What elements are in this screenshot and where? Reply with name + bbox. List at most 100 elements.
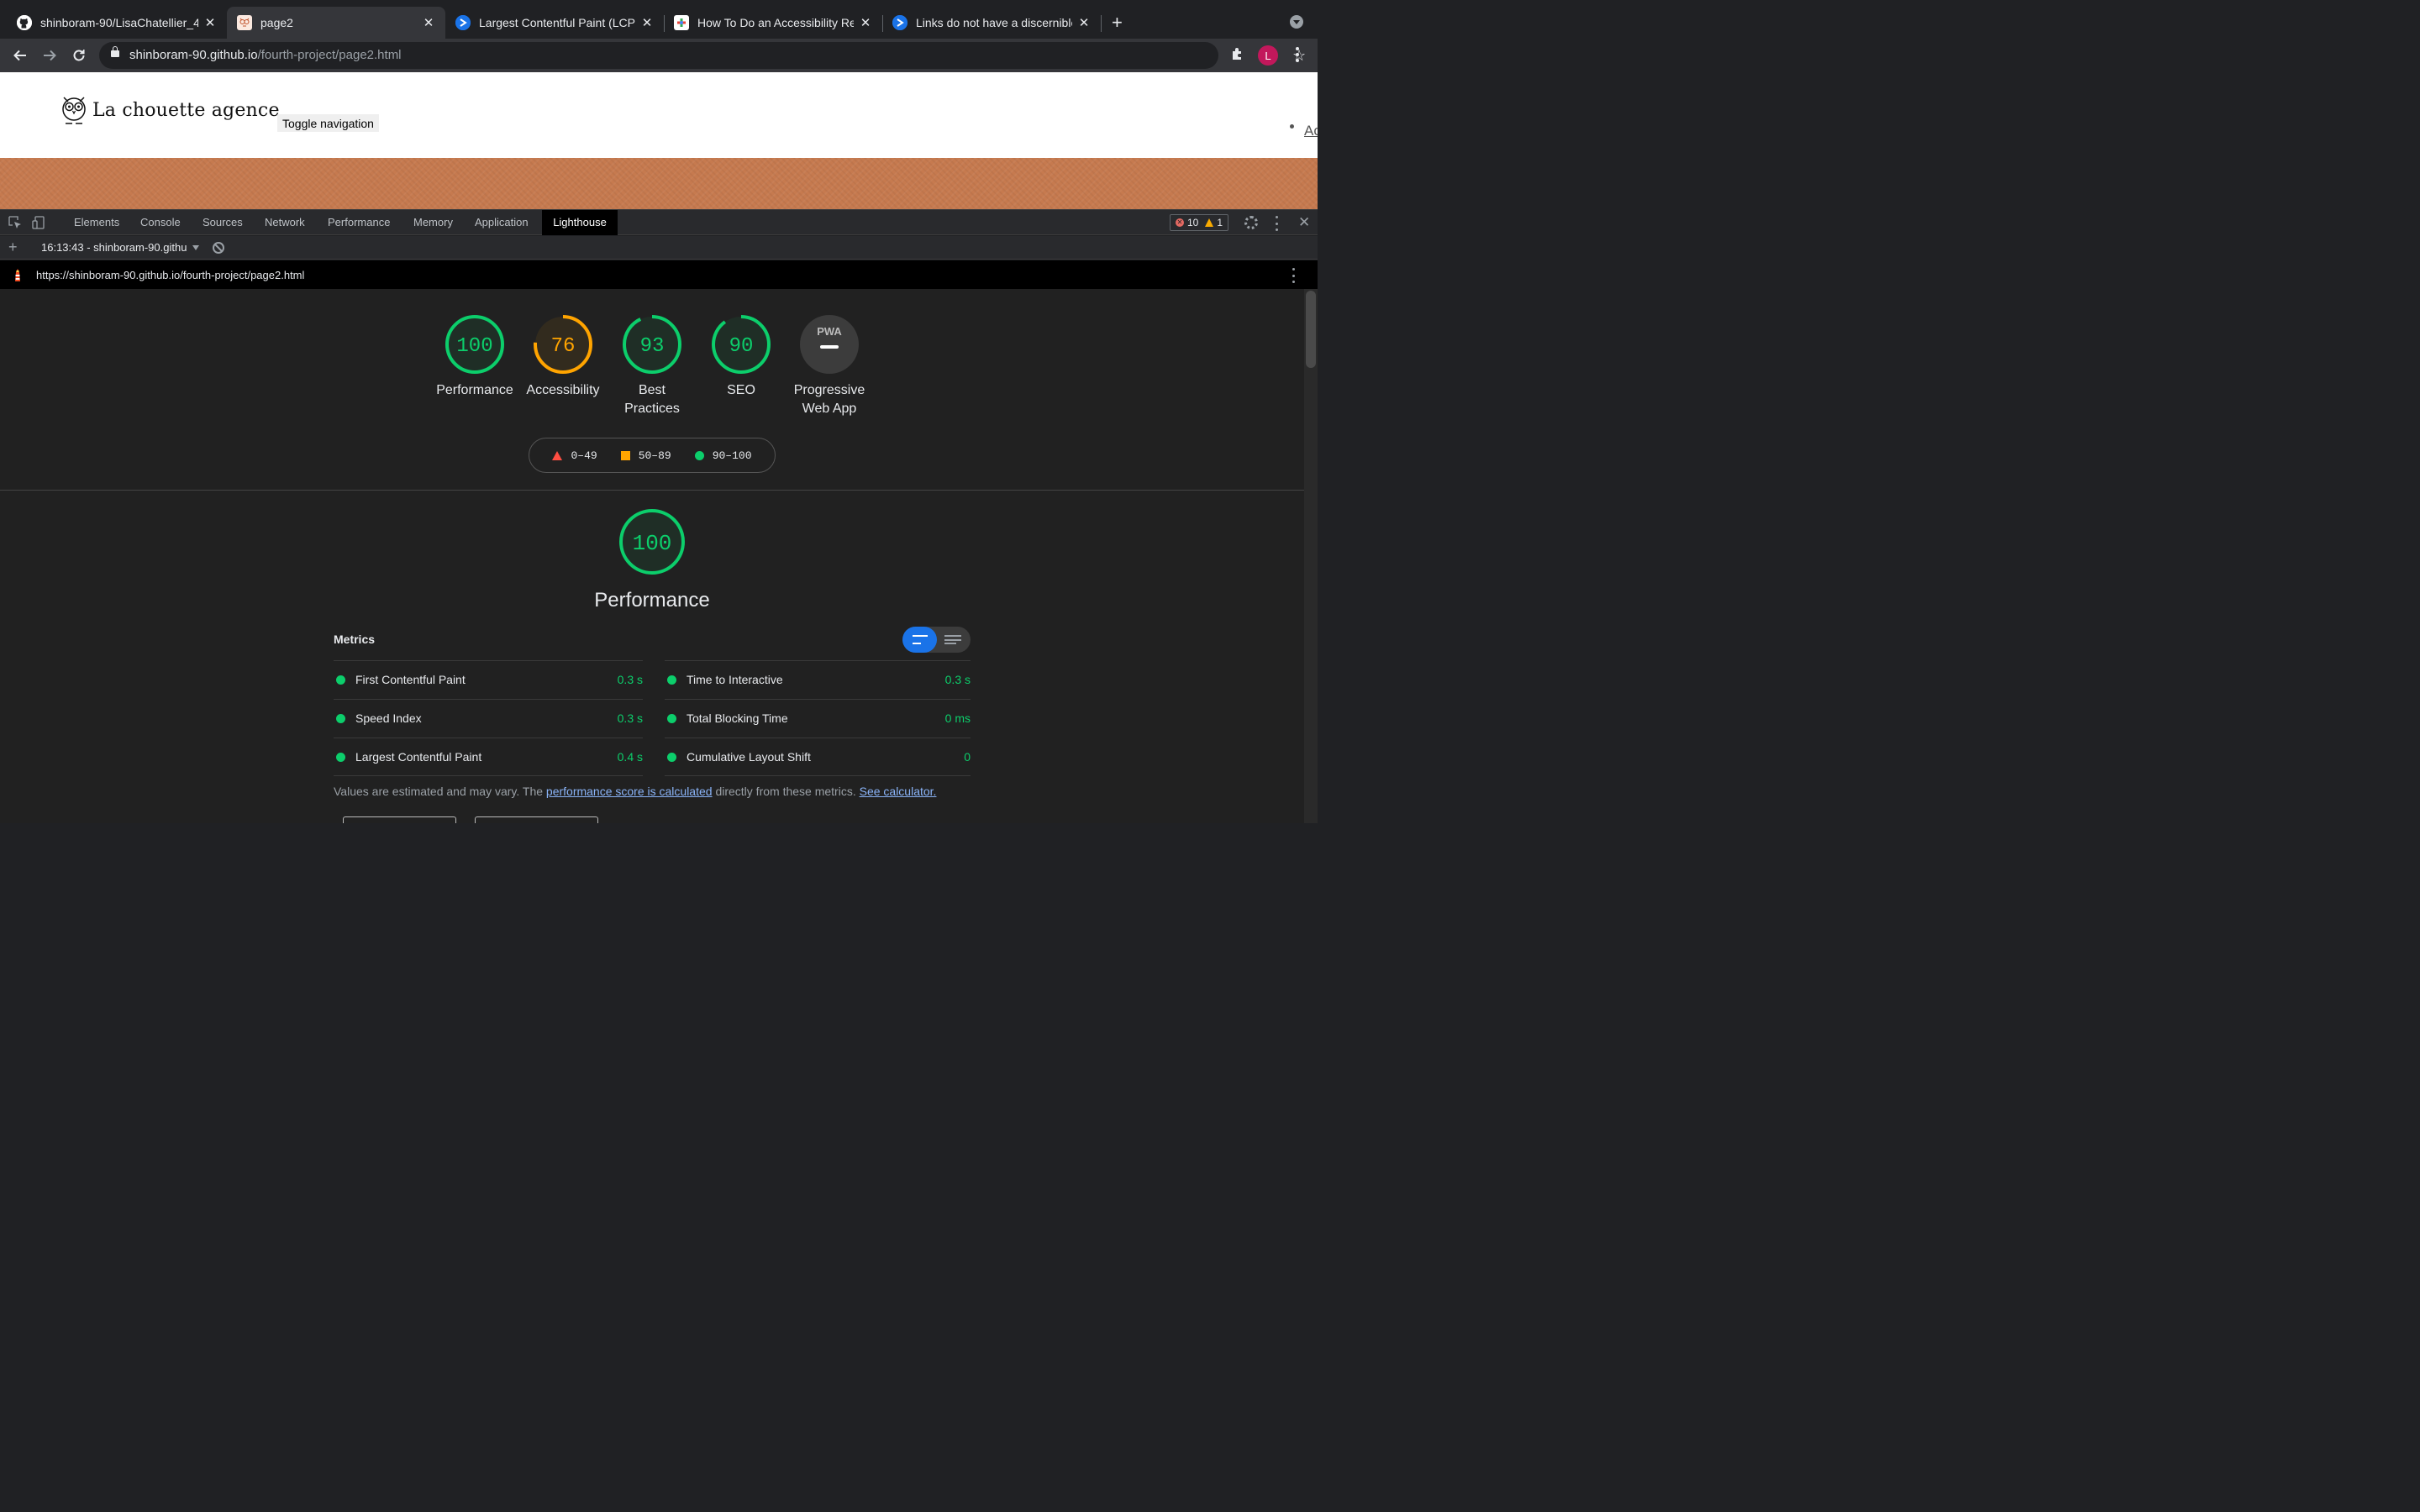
inspect-element-icon[interactable] xyxy=(8,216,22,229)
metric-row[interactable]: Largest Contentful Paint 0.4 s xyxy=(334,738,643,776)
devtools-tab-lighthouse[interactable]: Lighthouse xyxy=(542,210,618,235)
new-report-icon[interactable]: + xyxy=(8,239,18,256)
metrics-left-column: First Contentful Paint 0.3 s Speed Index 0… xyxy=(334,660,643,776)
chevron-down-icon[interactable] xyxy=(192,245,199,250)
score-calculated-link[interactable]: performance score is calculated xyxy=(546,785,713,798)
webdev-icon xyxy=(892,15,908,30)
nav-link[interactable]: Ac xyxy=(1304,123,1318,139)
close-tab-icon[interactable]: ✕ xyxy=(640,15,654,30)
gauge-pwa[interactable]: PWA Progressive Web App xyxy=(787,314,871,418)
metric-row[interactable]: First Contentful Paint 0.3 s xyxy=(334,660,643,699)
address-bar[interactable]: shinboram-90.github.io/fourth-project/pa… xyxy=(99,42,1306,69)
report-selector[interactable]: 16:13:43 - shinboram-90.githu xyxy=(41,241,187,254)
svg-text:93: 93 xyxy=(640,335,665,358)
metric-row[interactable]: Speed Index 0.3 s xyxy=(334,699,643,738)
metric-name: Speed Index xyxy=(355,711,422,725)
devtools-tab-network[interactable]: Network xyxy=(256,210,313,235)
report-url: https://shinboram-90.github.io/fourth-pr… xyxy=(36,269,305,281)
bookmark-star-icon[interactable]: ☆ xyxy=(1292,47,1306,65)
close-tab-icon[interactable]: ✕ xyxy=(859,15,872,30)
browser-toolbar: shinboram-90.github.io/fourth-project/pa… xyxy=(0,39,1318,72)
gauge-performance[interactable]: 100 Performance xyxy=(433,314,517,400)
devtools-tab-elements[interactable]: Elements xyxy=(66,210,128,235)
devtools-tab-performance[interactable]: Performance xyxy=(319,210,398,235)
browser-tab[interactable]: How To Do an Accessibility Rev ✕ xyxy=(664,7,882,39)
forward-icon[interactable] xyxy=(39,45,60,66)
clear-reports-icon[interactable] xyxy=(213,242,224,254)
close-tab-icon[interactable]: ✕ xyxy=(422,15,435,30)
issue-counter[interactable]: ✕ 10 1 xyxy=(1170,214,1229,231)
score-ring: 76 xyxy=(534,315,592,374)
metric-value: 0 xyxy=(964,750,971,764)
tab-divider xyxy=(1101,15,1102,32)
tab-search-icon[interactable] xyxy=(1290,15,1303,29)
devtools-tab-memory[interactable]: Memory xyxy=(405,210,461,235)
back-icon[interactable] xyxy=(10,45,30,66)
metric-name: Time to Interactive xyxy=(687,673,783,686)
tab-strip: shinboram-90/LisaChatellier_4 ✕ page2 ✕ … xyxy=(0,0,1318,39)
performance-section: 100 Performance Metrics First Contentful… xyxy=(0,491,1304,823)
triangle-icon xyxy=(552,450,563,460)
metric-value: 0.3 s xyxy=(617,673,643,686)
metric-row[interactable]: Total Blocking Time 0 ms xyxy=(665,699,971,738)
toggle-navigation-button[interactable]: Toggle navigation xyxy=(277,114,379,132)
close-tab-icon[interactable]: ✕ xyxy=(203,15,217,30)
url-text: shinboram-90.github.io/fourth-project/pa… xyxy=(129,48,402,62)
extensions-icon[interactable] xyxy=(1230,46,1245,66)
gauge-accessibility[interactable]: 76 Accessibility xyxy=(521,314,605,400)
browser-tab[interactable]: shinboram-90/LisaChatellier_4 ✕ xyxy=(7,7,227,39)
see-calculator-link[interactable]: See calculator. xyxy=(860,785,937,798)
score-legend: 0–49 50–89 90–100 xyxy=(529,438,776,473)
new-tab-icon[interactable]: + xyxy=(1112,12,1123,34)
legend-pass: 90–100 xyxy=(694,449,752,462)
metric-row[interactable]: Time to Interactive 0.3 s xyxy=(665,660,971,699)
gauge-best-practices[interactable]: 93 Best Practices xyxy=(610,314,694,418)
webdev-icon xyxy=(455,15,471,30)
owl-logo-icon xyxy=(62,97,86,124)
metric-name: Total Blocking Time xyxy=(687,711,788,725)
devtools-menu-icon[interactable] xyxy=(1276,216,1279,231)
pass-dot-icon xyxy=(667,714,676,723)
gauge-seo[interactable]: 90 SEO xyxy=(699,314,783,400)
metric-value: 0 ms xyxy=(944,711,971,725)
site-logo[interactable]: La chouette agence xyxy=(60,94,280,126)
close-devtools-icon[interactable]: ✕ xyxy=(1298,214,1310,231)
lighthouse-topbar: https://shinboram-90.github.io/fourth-pr… xyxy=(0,260,1318,289)
pass-dot-icon xyxy=(336,675,345,685)
settings-gear-icon[interactable] xyxy=(1244,216,1258,229)
filter-button[interactable] xyxy=(475,816,598,823)
tab-title: page2 xyxy=(260,16,293,29)
gauge-label: SEO xyxy=(727,383,755,397)
owl-icon xyxy=(237,15,252,30)
close-tab-icon[interactable]: ✕ xyxy=(1077,15,1091,30)
scroll-thumb[interactable] xyxy=(1306,291,1316,368)
lock-icon xyxy=(111,46,119,57)
metric-row[interactable]: Cumulative Layout Shift 0 xyxy=(665,738,971,776)
error-count: 10 xyxy=(1187,217,1199,228)
nav-bullet xyxy=(1290,124,1294,129)
metric-value: 0.3 s xyxy=(617,711,643,725)
browser-menu-icon[interactable] xyxy=(1296,47,1299,62)
report-scrollbar[interactable] xyxy=(1304,289,1318,823)
metrics-view-toggle[interactable] xyxy=(902,627,971,653)
devtools-tabbar: Elements Console Sources Network Perform… xyxy=(0,210,1318,235)
lighthouse-report: 100 Performance 76 Accessibility 93 Best… xyxy=(0,289,1304,823)
device-toolbar-icon[interactable] xyxy=(32,216,45,229)
devtools-tab-console[interactable]: Console xyxy=(132,210,189,235)
compact-view-button[interactable] xyxy=(902,627,937,653)
pass-dot-icon xyxy=(336,714,345,723)
profile-avatar[interactable]: L xyxy=(1258,45,1278,66)
browser-tab[interactable]: Largest Contentful Paint (LCP) ✕ xyxy=(445,7,664,39)
report-menu-icon[interactable] xyxy=(1292,268,1296,283)
filter-button[interactable] xyxy=(343,816,456,823)
browser-tab[interactable]: Links do not have a discernible ✕ xyxy=(882,7,1101,39)
browser-tab-active[interactable]: page2 ✕ xyxy=(227,7,445,39)
metrics-heading: Metrics xyxy=(334,633,376,646)
reload-icon[interactable] xyxy=(69,45,89,66)
gauge-label: Progressive Web App xyxy=(793,383,865,416)
page-viewport: La chouette agence Toggle navigation Ac xyxy=(0,72,1318,209)
devtools-tab-application[interactable]: Application xyxy=(466,210,537,235)
error-icon: ✕ xyxy=(1176,218,1184,227)
expanded-view-icon[interactable] xyxy=(944,635,961,644)
devtools-tab-sources[interactable]: Sources xyxy=(194,210,251,235)
